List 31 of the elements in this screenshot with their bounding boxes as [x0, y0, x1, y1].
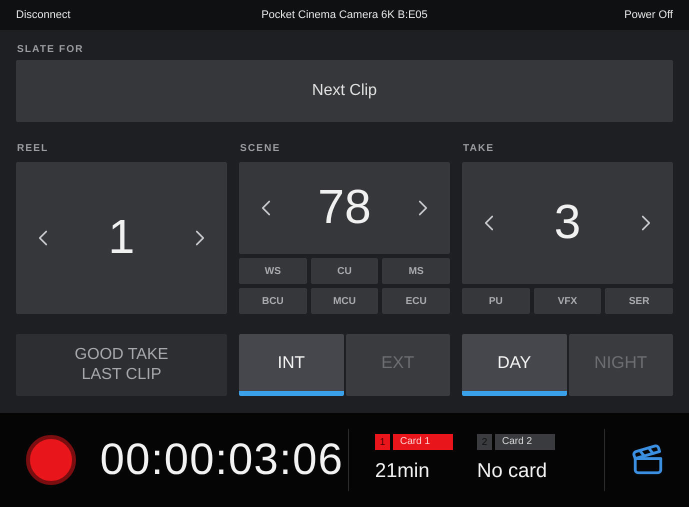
toggle-tab[interactable]: INT — [239, 334, 344, 396]
field-label: TAKE — [462, 142, 496, 155]
shot-tag-button[interactable]: WS — [239, 258, 307, 284]
shot-tag-button[interactable]: SER — [605, 288, 673, 314]
shot-tag-button[interactable]: CU — [310, 258, 378, 284]
clapperboard-icon[interactable] — [631, 443, 665, 477]
shot-tag-button[interactable]: MCU — [310, 288, 378, 314]
card-name: Card 2 — [495, 434, 555, 450]
card-remaining: 21min — [375, 459, 430, 484]
card-remaining: No card — [477, 459, 548, 484]
timecode: 00:00:03:06 — [100, 434, 344, 486]
field-label: REEL — [16, 142, 50, 155]
shot-tag-button[interactable]: VFX — [534, 288, 602, 314]
counter-value: 3 — [554, 199, 581, 247]
slate-for-button[interactable]: Next Clip — [16, 60, 673, 122]
shot-tag-button[interactable]: ECU — [382, 288, 450, 314]
shot-tag-button[interactable]: MS — [382, 258, 450, 284]
field-label: SCENE — [239, 142, 282, 155]
card-name: Card 1 — [393, 434, 453, 450]
shot-tag-button[interactable]: BCU — [239, 288, 307, 314]
counter-value: 1 — [108, 214, 135, 262]
good-take-button[interactable]: GOOD TAKE LAST CLIP — [16, 334, 227, 396]
card-slot-number: 1 — [375, 434, 390, 450]
field-label: SLATE FOR — [16, 43, 85, 56]
record-button[interactable] — [26, 435, 76, 485]
power-off-button[interactable]: Power Off — [624, 6, 673, 24]
camera-name: Pocket Cinema Camera 6K B:E05 — [261, 8, 428, 23]
shot-tag-button[interactable]: PU — [462, 288, 530, 314]
disconnect-button[interactable]: Disconnect — [16, 6, 70, 24]
counter-value: 78 — [318, 184, 372, 232]
toggle-tab[interactable]: DAY — [462, 334, 566, 396]
